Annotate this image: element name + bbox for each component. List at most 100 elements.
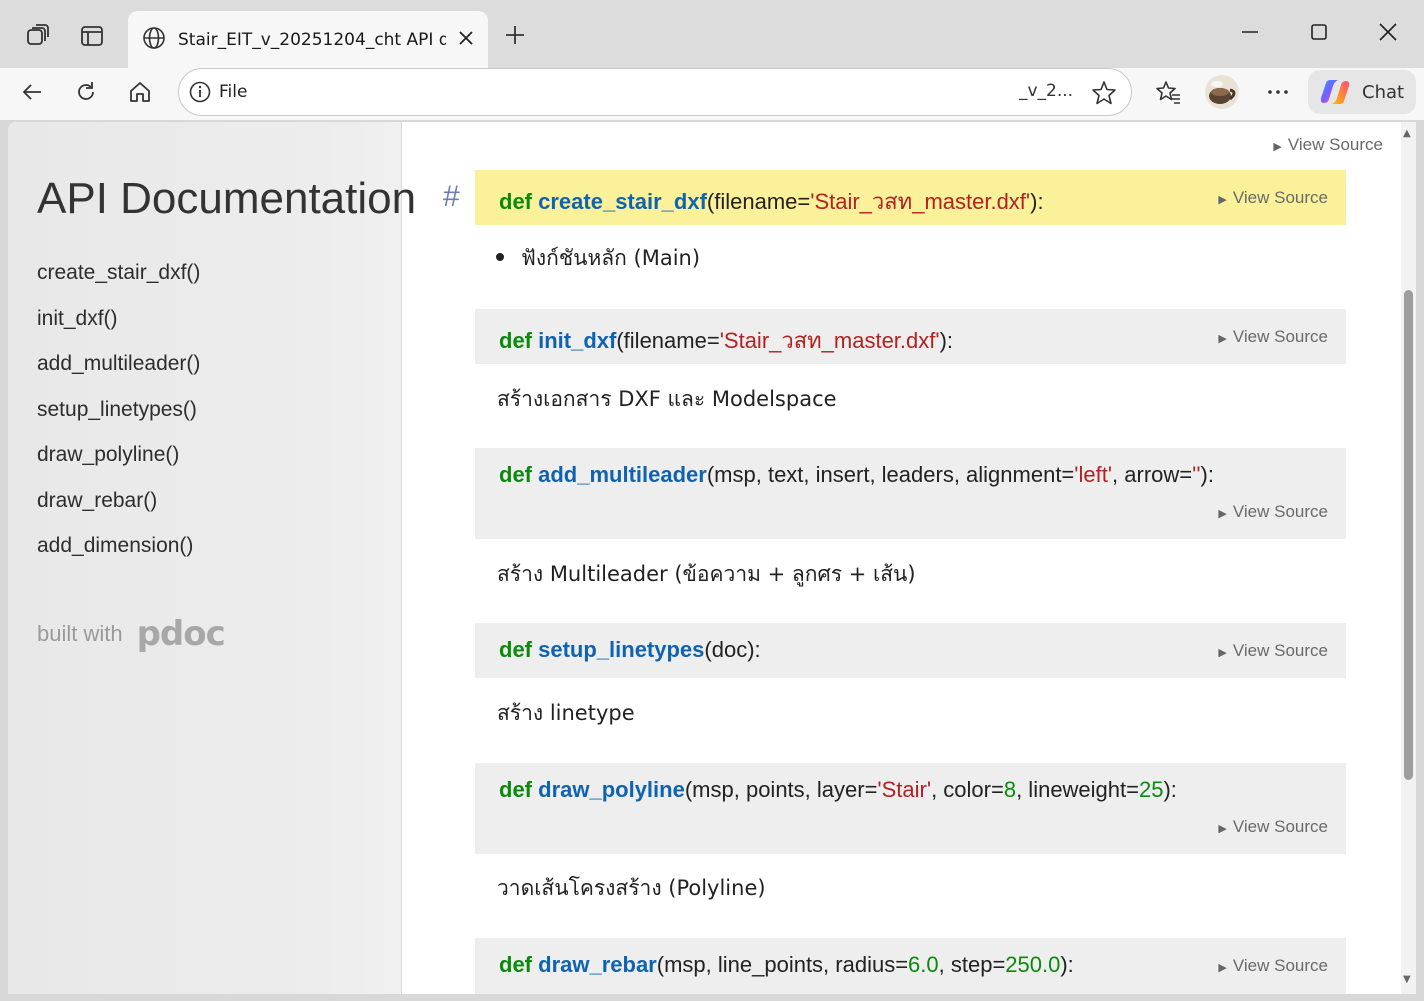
function-name: create_stair_dxf [538,189,707,214]
def-keyword: def [499,462,532,487]
view-source-label: View Source [1232,327,1328,346]
scroll-down-arrow-icon[interactable]: ▼ [1403,974,1411,985]
view-source-toggle[interactable]: ▶ View Source [1218,641,1328,661]
maximize-icon[interactable] [1297,10,1341,54]
sidebar: API Documentation create_stair_dxf() ini… [8,122,416,994]
view-source-toggle[interactable]: ▶ View Source [1218,327,1328,347]
function-signature-create-stair-dxf: def create_stair_dxf(filename='Stair_วสท… [475,170,1346,225]
sidebar-nav: create_stair_dxf() init_dxf() add_multil… [37,258,200,577]
docstring-text: สร้าง Multileader (ข้อความ + ลูกศร + เส้… [497,562,916,586]
built-with-footer[interactable]: built with pdoc [37,614,226,654]
triangle-right-icon: ▶ [1218,194,1227,206]
param-text: ): [1030,189,1044,214]
sidebar-title: API Documentation [37,174,417,223]
info-icon[interactable] [189,81,211,103]
param-text: (msp, text, insert, leaders, alignment= [706,462,1075,487]
browser-toolbar: File _v_2... Chat [0,68,1424,120]
param-text: , lineweight= [1016,777,1139,802]
function-signature-setup-linetypes: def setup_linetypes(doc): ▶ View Source [475,623,1346,678]
reload-icon[interactable] [66,72,106,112]
docstring-text: สร้างเอกสาร DXF และ Modelspace [497,387,837,411]
view-source-toggle[interactable]: ▶ View Source [1273,135,1383,155]
workspaces-icon[interactable] [18,16,58,56]
favorites-icon[interactable] [1148,72,1188,112]
function-signature-init-dxf: def init_dxf(filename='Stair_วสท_master.… [475,309,1346,364]
built-with-label: built with [37,621,123,646]
active-tab[interactable]: Stair_EIT_v_20251204_cht API documentati… [128,11,488,68]
function-name: setup_linetypes [538,637,705,662]
view-source-label: View Source [1287,135,1383,154]
sidebar-item-init-dxf[interactable]: init_dxf() [37,304,200,350]
def-keyword: def [499,189,532,214]
def-keyword: def [499,777,532,802]
function-name: draw_polyline [538,777,685,802]
sidebar-item-add-multileader[interactable]: add_multileader() [37,349,200,395]
new-tab-icon[interactable] [496,16,534,54]
scrollbar-thumb[interactable] [1404,290,1413,780]
function-signature-draw-rebar: def draw_rebar(msp, line_points, radius=… [475,938,1346,994]
param-string-value: 'Stair' [877,777,932,802]
docstring-text: วาดเส้นโครงสร้าง (Polyline) [497,876,766,900]
function-name: add_multileader [538,462,707,487]
page-viewport: API Documentation create_stair_dxf() ini… [8,122,1416,994]
view-source-label: View Source [1232,188,1328,207]
view-source-label: View Source [1232,817,1328,836]
function-signature-add-multileader: def add_multileader(msp, text, insert, l… [475,448,1346,539]
minimize-icon[interactable] [1228,10,1272,54]
address-scheme-label: File [219,82,248,102]
triangle-right-icon: ▶ [1218,962,1227,974]
sidebar-item-add-dimension[interactable]: add_dimension() [37,531,200,577]
copilot-label: Chat [1362,81,1405,103]
triangle-right-icon: ▶ [1218,333,1227,345]
sidebar-item-create-stair-dxf[interactable]: create_stair_dxf() [37,258,200,304]
globe-icon [142,26,166,54]
def-keyword: def [499,952,532,977]
favorite-star-icon[interactable] [1091,80,1117,106]
param-number-value: 6.0 [908,952,939,977]
back-arrow-icon[interactable] [12,72,52,112]
address-url-text: _v_2... [1019,81,1074,101]
view-source-toggle[interactable]: ▶ View Source [1218,817,1328,837]
view-source-label: View Source [1232,641,1328,660]
more-options-icon[interactable] [1258,72,1298,112]
copilot-chat-button[interactable]: Chat [1308,70,1416,114]
view-source-toggle[interactable]: ▶ View Source [1218,188,1328,208]
view-source-label: View Source [1232,956,1328,975]
address-bar[interactable]: File _v_2... [178,68,1132,116]
close-window-icon[interactable] [1366,10,1410,54]
triangle-right-icon: ▶ [1218,647,1227,659]
scroll-up-arrow-icon[interactable]: ▲ [1403,128,1411,139]
view-source-toggle[interactable]: ▶ View Source [1218,956,1328,976]
param-text: (doc): [704,637,761,662]
vertical-tabs-icon[interactable] [72,16,112,56]
function-name: draw_rebar [538,952,657,977]
sidebar-item-setup-linetypes[interactable]: setup_linetypes() [37,395,200,441]
param-text: , arrow= [1112,462,1193,487]
param-string-value: 'Stair_วสท_master.dxf' [810,189,1031,214]
param-text: (filename= [706,189,811,214]
param-string-value: 'left' [1074,462,1113,487]
function-name: init_dxf [538,328,617,353]
docstring-bullet: ฟังก์ชันหลัก (Main) [495,242,700,275]
param-text: ): [1163,777,1177,802]
close-tab-icon[interactable] [458,30,474,50]
home-icon[interactable] [120,72,160,112]
docstring-text: สร้าง linetype [497,701,635,725]
view-source-toggle[interactable]: ▶ View Source [1218,502,1328,522]
param-text: , color= [931,777,1004,802]
function-signature-draw-polyline: def draw_polyline(msp, points, layer='St… [475,763,1346,854]
sidebar-item-draw-polyline[interactable]: draw_polyline() [37,440,200,486]
tab-title: Stair_EIT_v_20251204_cht API documentati… [178,29,446,50]
param-number-value: 250.0 [1005,952,1061,977]
param-text: (filename= [616,328,720,353]
vertical-scrollbar[interactable]: ▲ ▼ [1401,122,1416,994]
param-text: ): [939,328,954,353]
copilot-icon [1318,77,1352,107]
anchor-link[interactable]: # [443,180,460,214]
param-text: , step= [938,952,1006,977]
profile-avatar[interactable] [1202,72,1242,112]
param-number-value: 8 [1003,777,1017,802]
param-number-value: 25 [1139,777,1164,802]
main-content: ▶ View Source # def create_stair_dxf(file… [403,122,1401,994]
sidebar-item-draw-rebar[interactable]: draw_rebar() [37,486,200,532]
